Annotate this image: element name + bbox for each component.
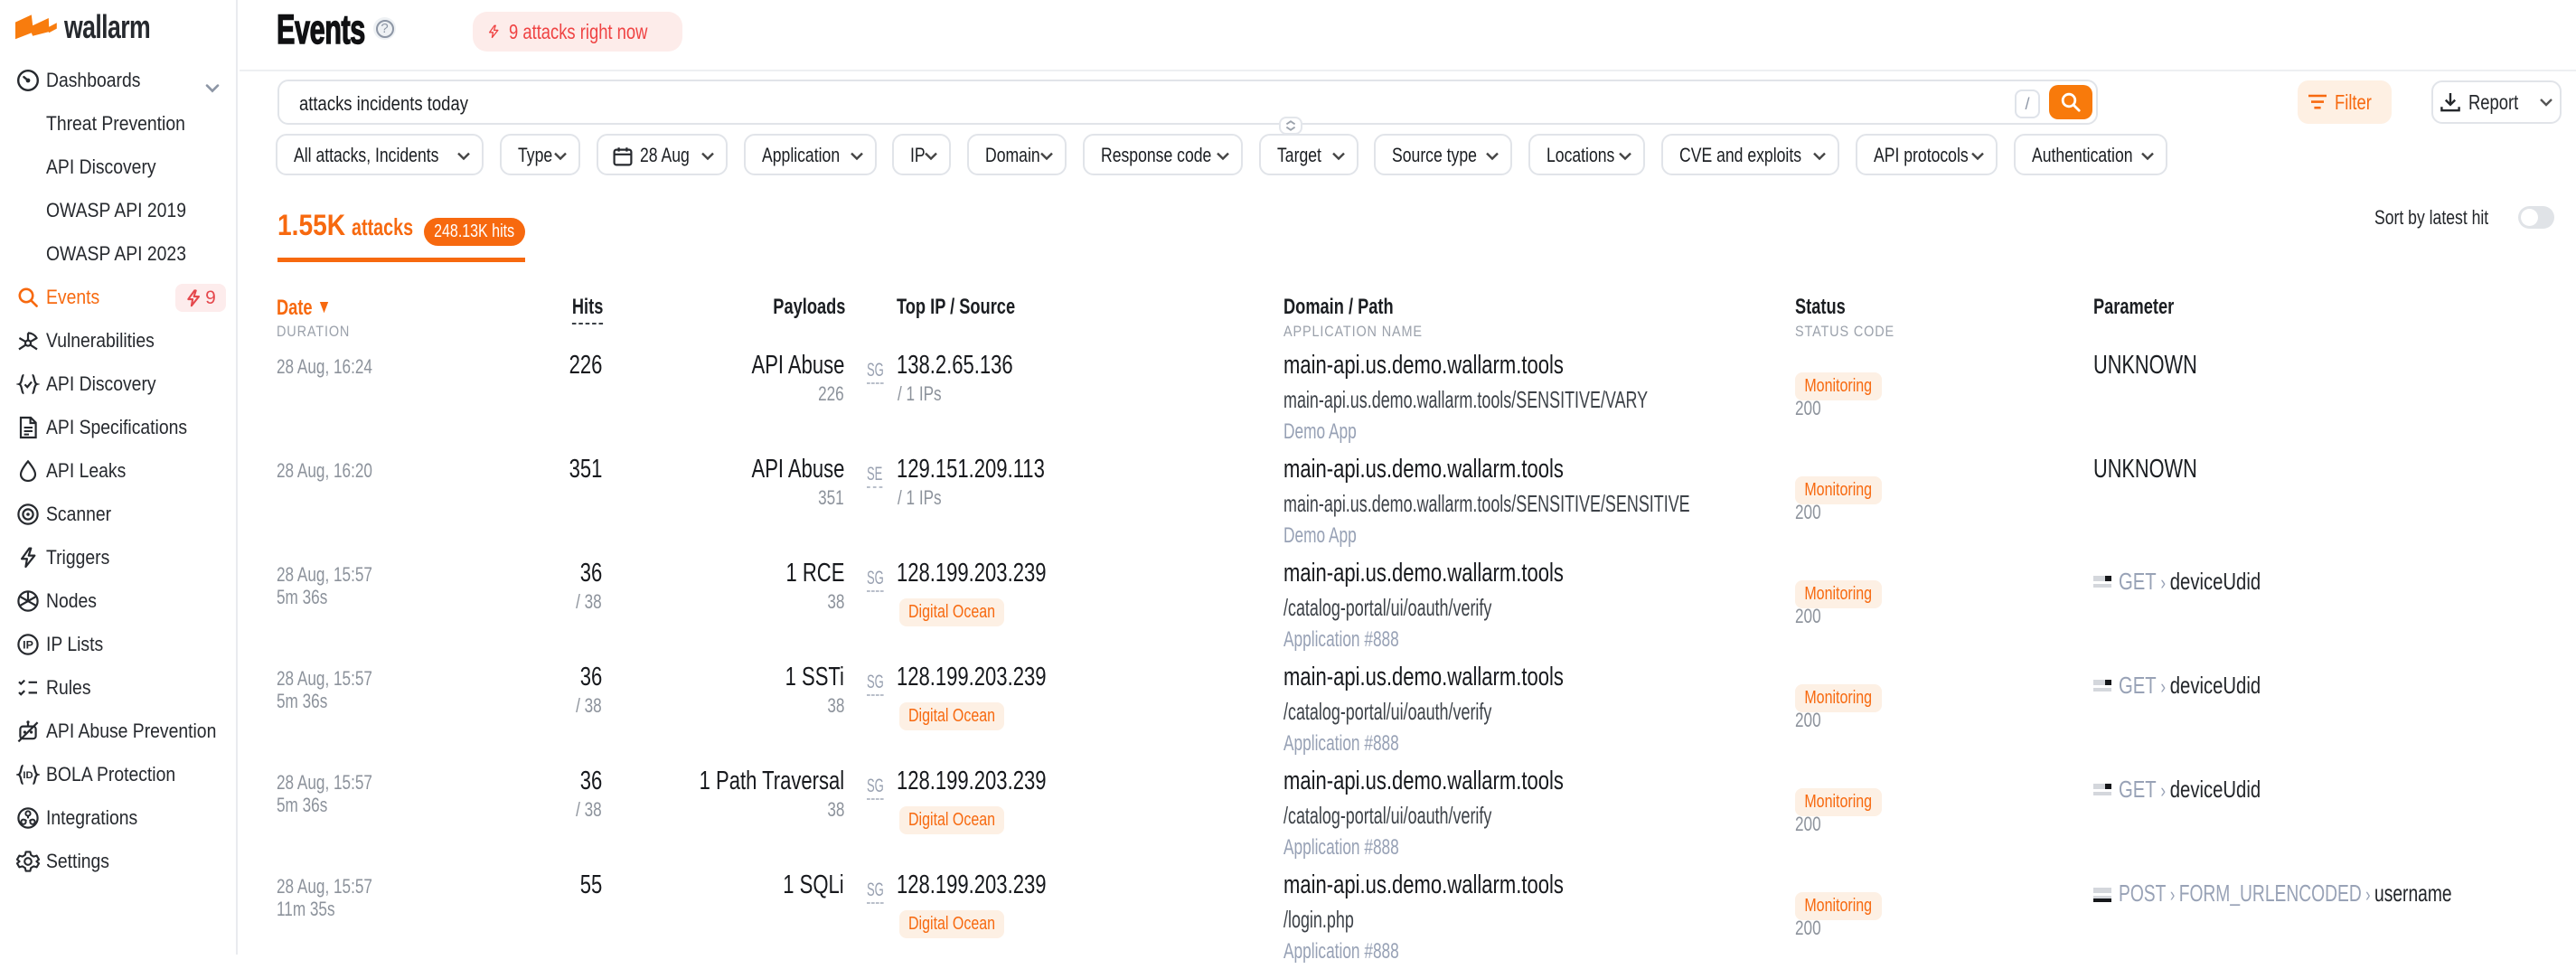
svg-text:IP: IP	[23, 639, 33, 652]
svg-text:ID: ID	[23, 770, 33, 781]
